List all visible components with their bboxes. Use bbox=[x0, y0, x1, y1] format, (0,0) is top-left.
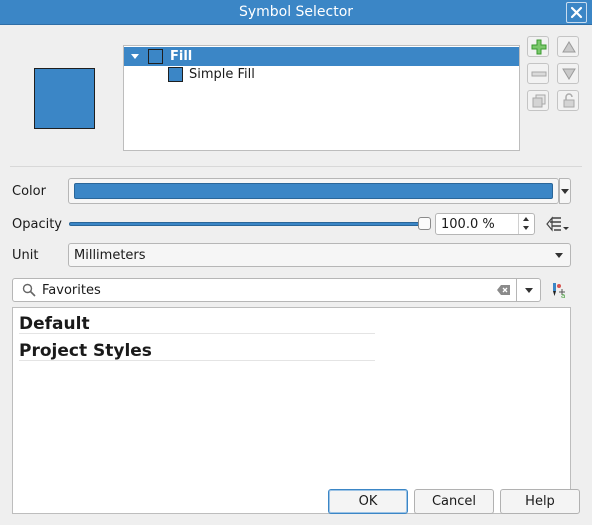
simple-fill-swatch-icon bbox=[168, 67, 183, 82]
opacity-slider[interactable] bbox=[69, 222, 425, 226]
divider bbox=[19, 333, 375, 334]
chevron-down-icon bbox=[525, 288, 533, 293]
expand-arrow-icon[interactable] bbox=[131, 54, 139, 59]
opacity-slider-handle[interactable] bbox=[418, 217, 431, 230]
opacity-spinbox[interactable]: 100.0 % bbox=[435, 213, 535, 235]
tree-item-fill[interactable]: Fill bbox=[124, 47, 519, 66]
close-icon bbox=[570, 6, 583, 19]
cancel-button[interactable]: Cancel bbox=[414, 489, 494, 514]
clear-search-icon[interactable] bbox=[497, 284, 511, 296]
data-defined-override-button[interactable] bbox=[544, 214, 570, 234]
opacity-label: Opacity bbox=[12, 217, 63, 232]
search-filter-dropdown[interactable] bbox=[517, 278, 541, 302]
spin-up-icon[interactable] bbox=[523, 217, 529, 221]
plus-icon bbox=[531, 39, 547, 55]
search-icon bbox=[22, 283, 36, 297]
unit-value: Millimeters bbox=[74, 248, 146, 263]
minus-icon bbox=[531, 71, 547, 77]
arrow-up-icon bbox=[562, 41, 576, 53]
opacity-value: 100.0 % bbox=[441, 217, 495, 232]
unit-label: Unit bbox=[12, 248, 39, 263]
style-manager-icon: a bbox=[553, 283, 565, 300]
tree-item-label: Fill bbox=[170, 49, 193, 64]
help-button[interactable]: Help bbox=[500, 489, 580, 514]
color-menu-button[interactable] bbox=[559, 178, 571, 204]
close-button[interactable] bbox=[566, 2, 587, 23]
ok-button[interactable]: OK bbox=[328, 489, 408, 514]
spin-arrows[interactable] bbox=[518, 214, 534, 234]
chevron-down-icon bbox=[561, 189, 569, 194]
lock-layer-button[interactable] bbox=[557, 90, 579, 111]
move-up-button[interactable] bbox=[557, 36, 579, 57]
window-title: Symbol Selector bbox=[238, 4, 354, 20]
chevron-down-icon bbox=[555, 253, 563, 258]
tree-item-label: Simple Fill bbox=[189, 67, 255, 82]
spin-down-icon[interactable] bbox=[523, 226, 529, 230]
lock-icon bbox=[563, 93, 575, 108]
group-header-project-styles[interactable]: Project Styles bbox=[19, 341, 152, 361]
style-search-input[interactable]: Favorites bbox=[12, 278, 517, 302]
color-swatch bbox=[74, 183, 553, 199]
style-list[interactable]: Default Project Styles bbox=[12, 307, 571, 514]
symbol-preview bbox=[34, 68, 95, 129]
tree-item-simple-fill[interactable]: Simple Fill bbox=[124, 65, 519, 84]
arrow-down-icon bbox=[562, 68, 576, 80]
duplicate-layer-button[interactable] bbox=[527, 90, 549, 111]
fill-swatch-icon bbox=[148, 49, 163, 64]
svg-text:a: a bbox=[561, 292, 565, 299]
group-header-default[interactable]: Default bbox=[19, 314, 90, 334]
title-bar: Symbol Selector bbox=[0, 0, 592, 25]
divider bbox=[19, 360, 375, 361]
color-button[interactable] bbox=[68, 178, 559, 204]
unit-select[interactable]: Millimeters bbox=[68, 243, 571, 267]
duplicate-icon bbox=[532, 94, 546, 108]
add-layer-button[interactable] bbox=[527, 36, 549, 57]
separator bbox=[10, 166, 582, 167]
move-down-button[interactable] bbox=[557, 63, 579, 84]
data-defined-icon bbox=[546, 216, 569, 232]
style-manager-button[interactable]: a bbox=[550, 281, 568, 303]
symbol-layer-tree[interactable]: Fill Simple Fill bbox=[123, 45, 520, 151]
search-value: Favorites bbox=[42, 283, 101, 298]
remove-layer-button[interactable] bbox=[527, 63, 549, 84]
color-label: Color bbox=[12, 184, 46, 199]
